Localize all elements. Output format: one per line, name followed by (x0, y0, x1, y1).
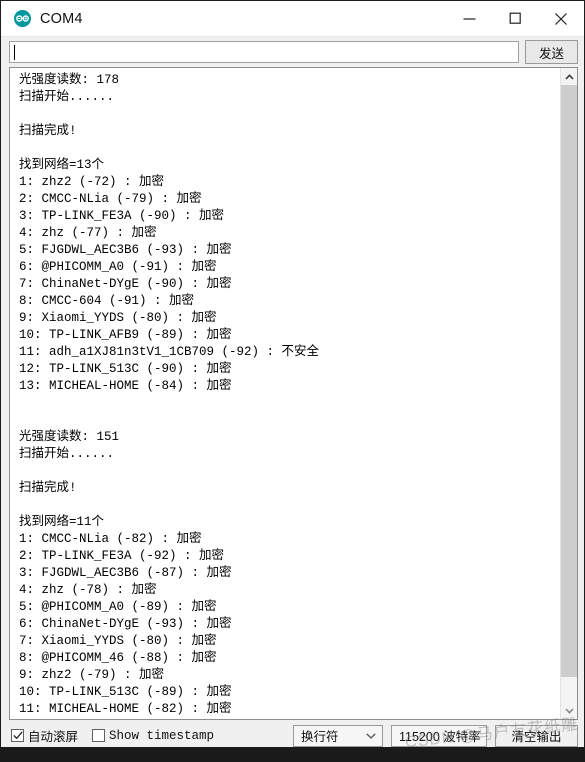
console-line: 6: @PHICOMM_A0 (-91) : 加密 (19, 260, 217, 274)
minimize-button[interactable] (446, 1, 492, 36)
console-line: 光强度读数: 178 (19, 73, 120, 87)
line-ending-dropdown[interactable]: 换行符 (293, 724, 383, 747)
scrollbar-thumb[interactable] (561, 85, 577, 678)
show-timestamp-checkbox[interactable]: Show timestamp (92, 729, 214, 743)
console-line: 找到网络=11个 (19, 515, 105, 529)
autoscroll-checkbox-box[interactable] (11, 729, 24, 742)
console-line: 8: @PHICOMM_46 (-88) : 加密 (19, 651, 217, 665)
console-scrollbar[interactable] (560, 68, 577, 719)
console-line: 4: zhz (-77) : 加密 (19, 226, 157, 240)
send-row: 发送 (1, 37, 584, 67)
console-line: 3: FJGDWL_AEC3B6 (-87) : 加密 (19, 566, 232, 580)
console-line: 1: zhz2 (-72) : 加密 (19, 175, 165, 189)
console-line: 扫描开始...... (19, 447, 115, 461)
show-timestamp-checkbox-box[interactable] (92, 729, 106, 742)
console-line: 找到网络=13个 (19, 158, 105, 172)
window-title: COM4 (40, 10, 83, 27)
console-line: 2: TP-LINK_FE3A (-92) : 加密 (19, 549, 225, 563)
console-line: 11: adh_a1XJ81n3tV1_1CB709 (-92) : 不安全 (19, 345, 320, 359)
line-ending-value: 换行符 (301, 730, 339, 744)
autoscroll-checkbox[interactable]: 自动滚屏 (11, 726, 78, 745)
console-line: 11: MICHEAL-HOME (-82) : 加密 (19, 702, 232, 716)
console-line: 光强度读数: 151 (19, 430, 120, 444)
scroll-down-icon[interactable] (561, 702, 577, 719)
autoscroll-label: 自动滚屏 (28, 730, 79, 744)
console-line: 3: TP-LINK_FE3A (-90) : 加密 (19, 209, 225, 223)
send-input[interactable] (9, 41, 519, 63)
show-timestamp-label: Show timestamp (109, 728, 215, 743)
text-caret (14, 44, 15, 60)
console-line: 5: @PHICOMM_A0 (-89) : 加密 (19, 600, 217, 614)
console-line: 1: CMCC-NLia (-82) : 加密 (19, 532, 202, 546)
console-line: 7: ChinaNet-DYgE (-90) : 加密 (19, 277, 232, 291)
arduino-logo-icon (14, 10, 31, 27)
console-line: 12: TP-LINK_513C (-90) : 加密 (19, 362, 232, 376)
serial-monitor-window: COM4 发送 光强度读数: 178 扫描开始...... 扫描完成! 找到网络=… (0, 0, 585, 752)
console-line: 扫描开始...... (19, 90, 115, 104)
close-button[interactable] (538, 1, 584, 36)
scroll-up-icon[interactable] (561, 68, 577, 85)
console-line: 13: MICHEAL-HOME (-84) : 加密 (19, 379, 232, 393)
title-bar: COM4 (1, 1, 584, 37)
console-line: 扫描完成! (19, 124, 77, 138)
chevron-down-icon (360, 732, 382, 739)
console-line: 5: FJGDWL_AEC3B6 (-93) : 加密 (19, 243, 232, 257)
console-line: 9: Xiaomi_YYDS (-80) : 加密 (19, 311, 217, 325)
console-line: 10: TP-LINK_513C (-89) : 加密 (19, 685, 232, 699)
baud-rate-dropdown[interactable]: 115200 波特率 (391, 724, 487, 747)
scrollbar-track[interactable] (561, 85, 577, 702)
send-button[interactable]: 发送 (525, 40, 578, 64)
console-line: 扫描完成! (19, 481, 77, 495)
console-line: 9: zhz2 (-79) : 加密 (19, 668, 165, 682)
window-bottom-edge (1, 747, 584, 751)
clear-output-button[interactable]: 清空输出 (495, 724, 578, 747)
console-line: 2: CMCC-NLia (-79) : 加密 (19, 192, 202, 206)
console-line: 8: CMCC-604 (-91) : 加密 (19, 294, 195, 308)
console-line: 10: TP-LINK_AFB9 (-89) : 加密 (19, 328, 232, 342)
console-line: 7: Xiaomi_YYDS (-80) : 加密 (19, 634, 217, 648)
console-panel: 光强度读数: 178 扫描开始...... 扫描完成! 找到网络=13个 1: zh… (9, 67, 578, 720)
console-line: 4: zhz (-78) : 加密 (19, 583, 157, 597)
console-output[interactable]: 光强度读数: 178 扫描开始...... 扫描完成! 找到网络=13个 1: zh… (10, 68, 560, 719)
baud-rate-value: 115200 波特率 (399, 730, 481, 744)
console-line: 6: ChinaNet-DYgE (-93) : 加密 (19, 617, 232, 631)
maximize-button[interactable] (492, 1, 538, 36)
